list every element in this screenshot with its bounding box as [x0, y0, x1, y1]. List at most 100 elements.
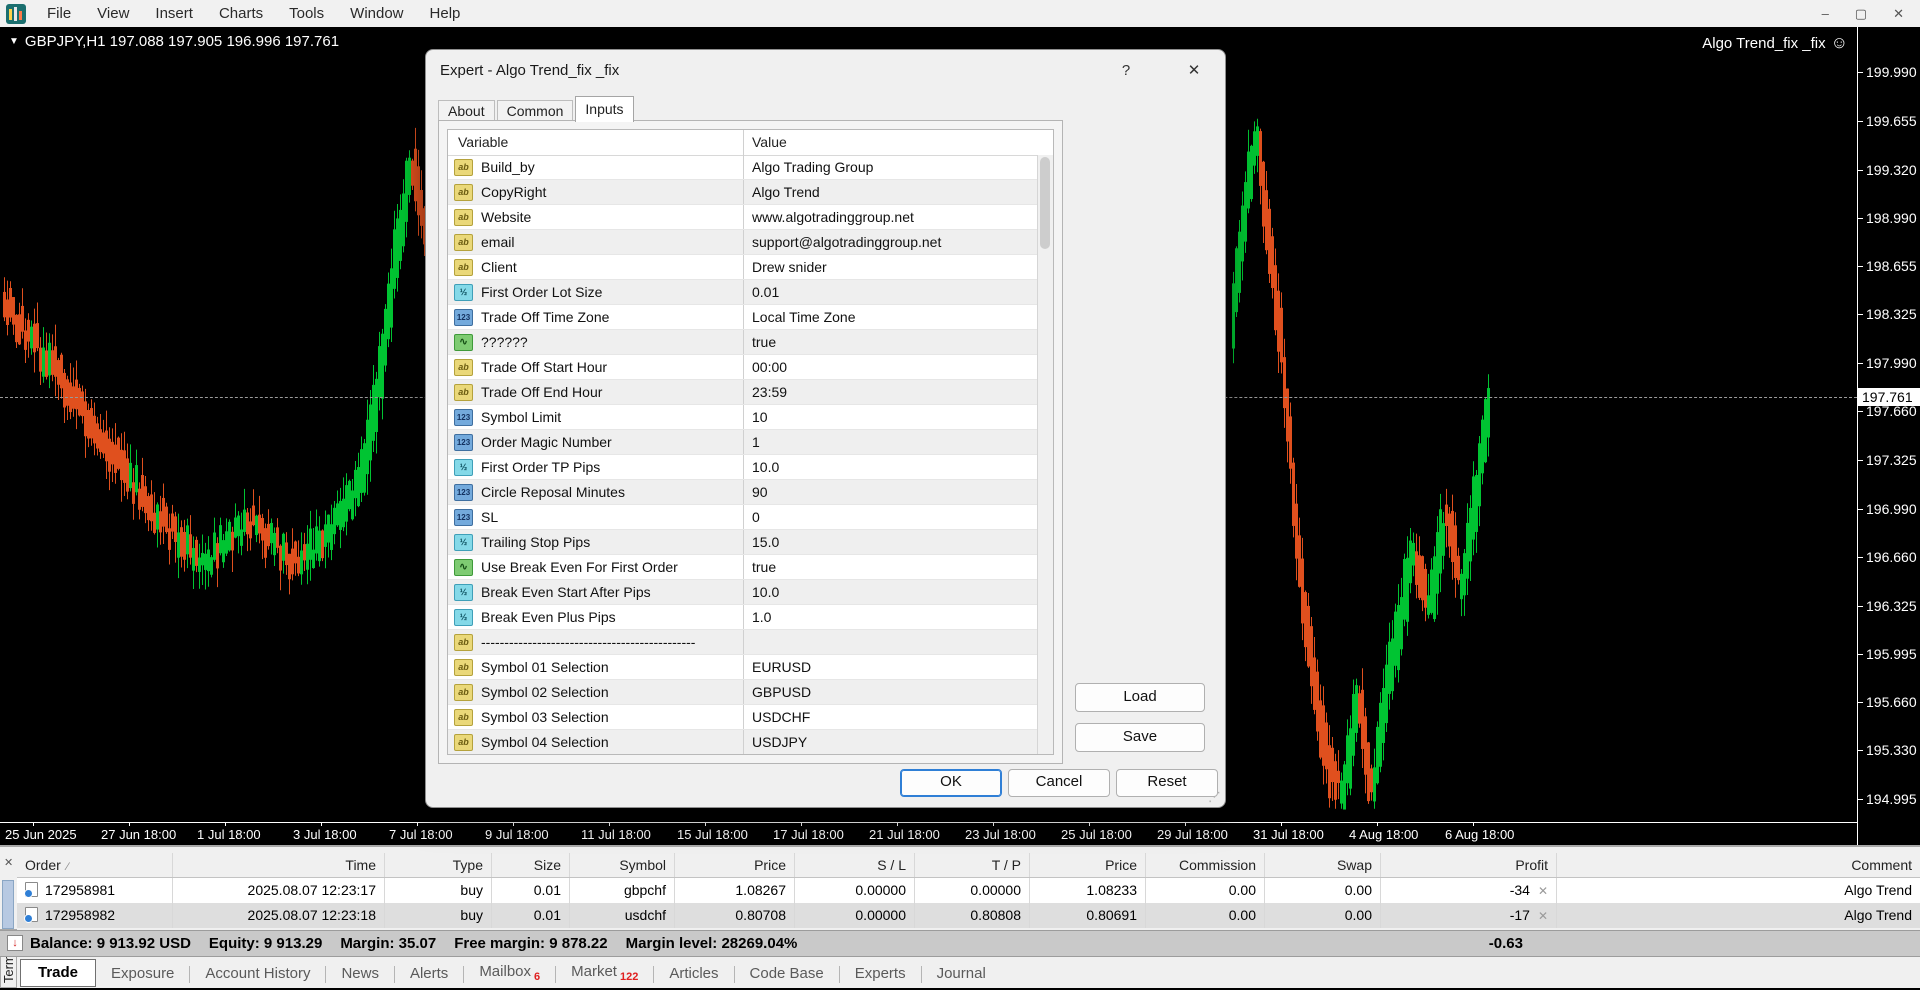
terminal-tab-articles[interactable]: Articles: [654, 961, 733, 987]
close-icon[interactable]: ✕: [1893, 6, 1904, 22]
orders-column-header-commission[interactable]: Commission: [1146, 853, 1265, 877]
orders-column-header-sl[interactable]: S / L: [795, 853, 915, 877]
variable-value-cell[interactable]: support@algotradinggroup.net: [743, 230, 1038, 254]
variable-value-cell[interactable]: 1.0: [743, 605, 1038, 629]
variable-value-cell[interactable]: USDCHF: [743, 705, 1038, 729]
menu-file[interactable]: File: [34, 0, 84, 27]
menu-insert[interactable]: Insert: [142, 0, 206, 27]
variable-value-cell[interactable]: 10: [743, 405, 1038, 429]
input-row[interactable]: ab Build_by Algo Trading Group: [448, 155, 1038, 180]
variable-value-cell[interactable]: true: [743, 330, 1038, 354]
input-row[interactable]: ab Symbol 04 Selection USDJPY: [448, 730, 1038, 754]
orders-column-header-price[interactable]: Price: [675, 853, 795, 877]
orders-column-header-swap[interactable]: Swap: [1265, 853, 1381, 877]
menu-view[interactable]: View: [84, 0, 142, 27]
orders-column-header-symbol[interactable]: Symbol: [570, 853, 675, 877]
input-row[interactable]: ab Website www.algotradinggroup.net: [448, 205, 1038, 230]
menu-tools[interactable]: Tools: [276, 0, 337, 27]
cancel-button[interactable]: Cancel: [1008, 769, 1110, 797]
terminal-tab-account-history[interactable]: Account History: [190, 961, 325, 987]
input-row[interactable]: 123 Symbol Limit 10: [448, 405, 1038, 430]
terminal-tab-trade[interactable]: Trade: [20, 959, 97, 987]
variable-value-cell[interactable]: true: [743, 555, 1038, 579]
terminal-tab-market[interactable]: Market 122: [556, 959, 653, 990]
reset-button[interactable]: Reset: [1116, 769, 1218, 797]
input-row[interactable]: ∿ Use Break Even For First Order true: [448, 555, 1038, 580]
variable-value-cell[interactable]: USDJPY: [743, 730, 1038, 754]
input-row[interactable]: ab Symbol 01 Selection EURUSD: [448, 655, 1038, 680]
input-row[interactable]: ab Trade Off Start Hour 00:00: [448, 355, 1038, 380]
terminal-tab-exposure[interactable]: Exposure: [96, 961, 189, 987]
terminal-close-icon[interactable]: ✕: [4, 856, 13, 869]
scrollbar-thumb[interactable]: [1040, 157, 1050, 249]
ok-button[interactable]: OK: [900, 769, 1002, 797]
variable-value-cell[interactable]: 1: [743, 430, 1038, 454]
terminal-tab-mailbox[interactable]: Mailbox 6: [464, 959, 555, 990]
orders-column-header-time[interactable]: Time: [173, 853, 385, 877]
tab-about[interactable]: About: [438, 100, 495, 122]
help-button[interactable]: ?: [1111, 58, 1141, 84]
orders-column-header-tp[interactable]: T / P: [915, 853, 1030, 877]
variable-value-cell[interactable]: EURUSD: [743, 655, 1038, 679]
resize-grip[interactable]: ⋰: [1208, 789, 1221, 805]
close-order-icon[interactable]: ✕: [1538, 909, 1548, 923]
orders-column-header-order[interactable]: Order ∕: [17, 853, 173, 877]
terminal-tab-journal[interactable]: Journal: [922, 961, 1001, 987]
variable-value-cell[interactable]: www.algotradinggroup.net: [743, 205, 1038, 229]
input-row[interactable]: ab CopyRight Algo Trend: [448, 180, 1038, 205]
dialog-close-button[interactable]: ✕: [1179, 58, 1209, 84]
orders-column-header-type[interactable]: Type: [385, 853, 492, 877]
menu-window[interactable]: Window: [337, 0, 416, 27]
input-row[interactable]: ½ Break Even Plus Pips 1.0: [448, 605, 1038, 630]
menu-charts[interactable]: Charts: [206, 0, 276, 27]
tab-inputs[interactable]: Inputs: [575, 96, 634, 122]
variable-value-cell[interactable]: Drew snider: [743, 255, 1038, 279]
inputs-scrollbar[interactable]: [1037, 155, 1053, 754]
chevron-down-icon[interactable]: ▼: [9, 36, 19, 47]
orders-column-header-size[interactable]: Size: [492, 853, 570, 877]
minimize-icon[interactable]: –: [1822, 6, 1829, 21]
variable-value-cell[interactable]: GBPUSD: [743, 680, 1038, 704]
close-order-icon[interactable]: ✕: [1538, 884, 1548, 898]
orders-column-header-profit[interactable]: Profit: [1381, 853, 1557, 877]
input-row[interactable]: ab Trade Off End Hour 23:59: [448, 380, 1038, 405]
input-row[interactable]: ½ First Order Lot Size 0.01: [448, 280, 1038, 305]
input-row[interactable]: ∿?????? true: [448, 330, 1038, 355]
input-row[interactable]: 123 Trade Off Time Zone Local Time Zone: [448, 305, 1038, 330]
input-row[interactable]: ab email support@algotradinggroup.net: [448, 230, 1038, 255]
input-row[interactable]: ab Symbol 02 Selection GBPUSD: [448, 680, 1038, 705]
terminal-tab-alerts[interactable]: Alerts: [395, 961, 463, 987]
variable-value-cell[interactable]: Algo Trading Group: [743, 155, 1038, 179]
input-row[interactable]: ab Client Drew snider: [448, 255, 1038, 280]
menu-help[interactable]: Help: [417, 0, 474, 27]
input-row[interactable]: 123 Circle Reposal Minutes 90: [448, 480, 1038, 505]
variable-value-cell[interactable]: Algo Trend: [743, 180, 1038, 204]
input-row[interactable]: ab Symbol 03 Selection USDCHF: [448, 705, 1038, 730]
variable-value-cell[interactable]: 0: [743, 505, 1038, 529]
variable-value-cell[interactable]: 23:59: [743, 380, 1038, 404]
variable-value-cell[interactable]: 00:00: [743, 355, 1038, 379]
variable-value-cell[interactable]: [743, 630, 1038, 654]
variable-value-cell[interactable]: 10.0: [743, 455, 1038, 479]
variable-value-cell[interactable]: Local Time Zone: [743, 305, 1038, 329]
save-button[interactable]: Save: [1075, 723, 1205, 752]
variable-value-cell[interactable]: 10.0: [743, 580, 1038, 604]
input-row[interactable]: 123 Order Magic Number 1: [448, 430, 1038, 455]
terminal-tab-news[interactable]: News: [326, 961, 394, 987]
maximize-icon[interactable]: ▢: [1855, 6, 1867, 22]
order-row[interactable]: 172958982 2025.08.07 12:23:18 buy 0.01 usdch…: [17, 903, 1920, 928]
terminal-tab-code-base[interactable]: Code Base: [735, 961, 839, 987]
orders-column-header-comment[interactable]: Comment: [1557, 853, 1920, 877]
variable-value-cell[interactable]: 15.0: [743, 530, 1038, 554]
terminal-scrollbar[interactable]: [2, 880, 14, 929]
input-row[interactable]: ½ First Order TP Pips 10.0: [448, 455, 1038, 480]
dialog-titlebar[interactable]: Expert - Algo Trend_fix _fix ? ✕: [426, 50, 1225, 92]
orders-column-header-price-current[interactable]: Price: [1030, 853, 1146, 877]
input-row[interactable]: 123 SL 0: [448, 505, 1038, 530]
variable-value-cell[interactable]: 0.01: [743, 280, 1038, 304]
load-button[interactable]: Load: [1075, 683, 1205, 712]
input-row[interactable]: ½ Break Even Start After Pips 10.0: [448, 580, 1038, 605]
order-row[interactable]: 172958981 2025.08.07 12:23:17 buy 0.01 gbpch…: [17, 878, 1920, 903]
input-row[interactable]: ½ Trailing Stop Pips 15.0: [448, 530, 1038, 555]
terminal-tab-experts[interactable]: Experts: [840, 961, 921, 987]
